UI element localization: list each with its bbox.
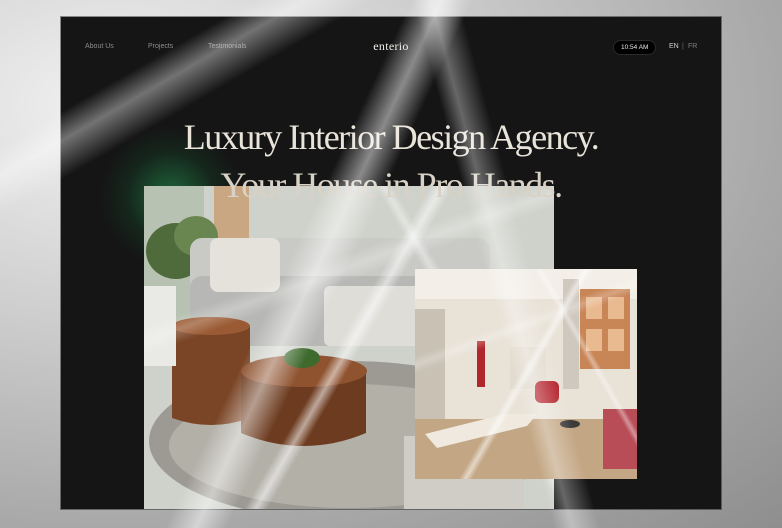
hero-headline-line2: Your House in Pro Hands.: [220, 165, 563, 205]
language-fr-button[interactable]: FR: [688, 43, 697, 50]
hero-headline-line1: Luxury Interior Design Agency.: [183, 117, 600, 157]
kitchen-dining-photo: [415, 269, 637, 479]
top-navigation: About Us Projects Testimonials enterio 1…: [61, 17, 721, 75]
language-en-button[interactable]: EN: [669, 43, 679, 50]
time-badge: 10:54 AM: [613, 40, 657, 55]
website-frame: About Us Projects Testimonials enterio 1…: [61, 17, 721, 509]
language-separator: |: [682, 43, 684, 50]
